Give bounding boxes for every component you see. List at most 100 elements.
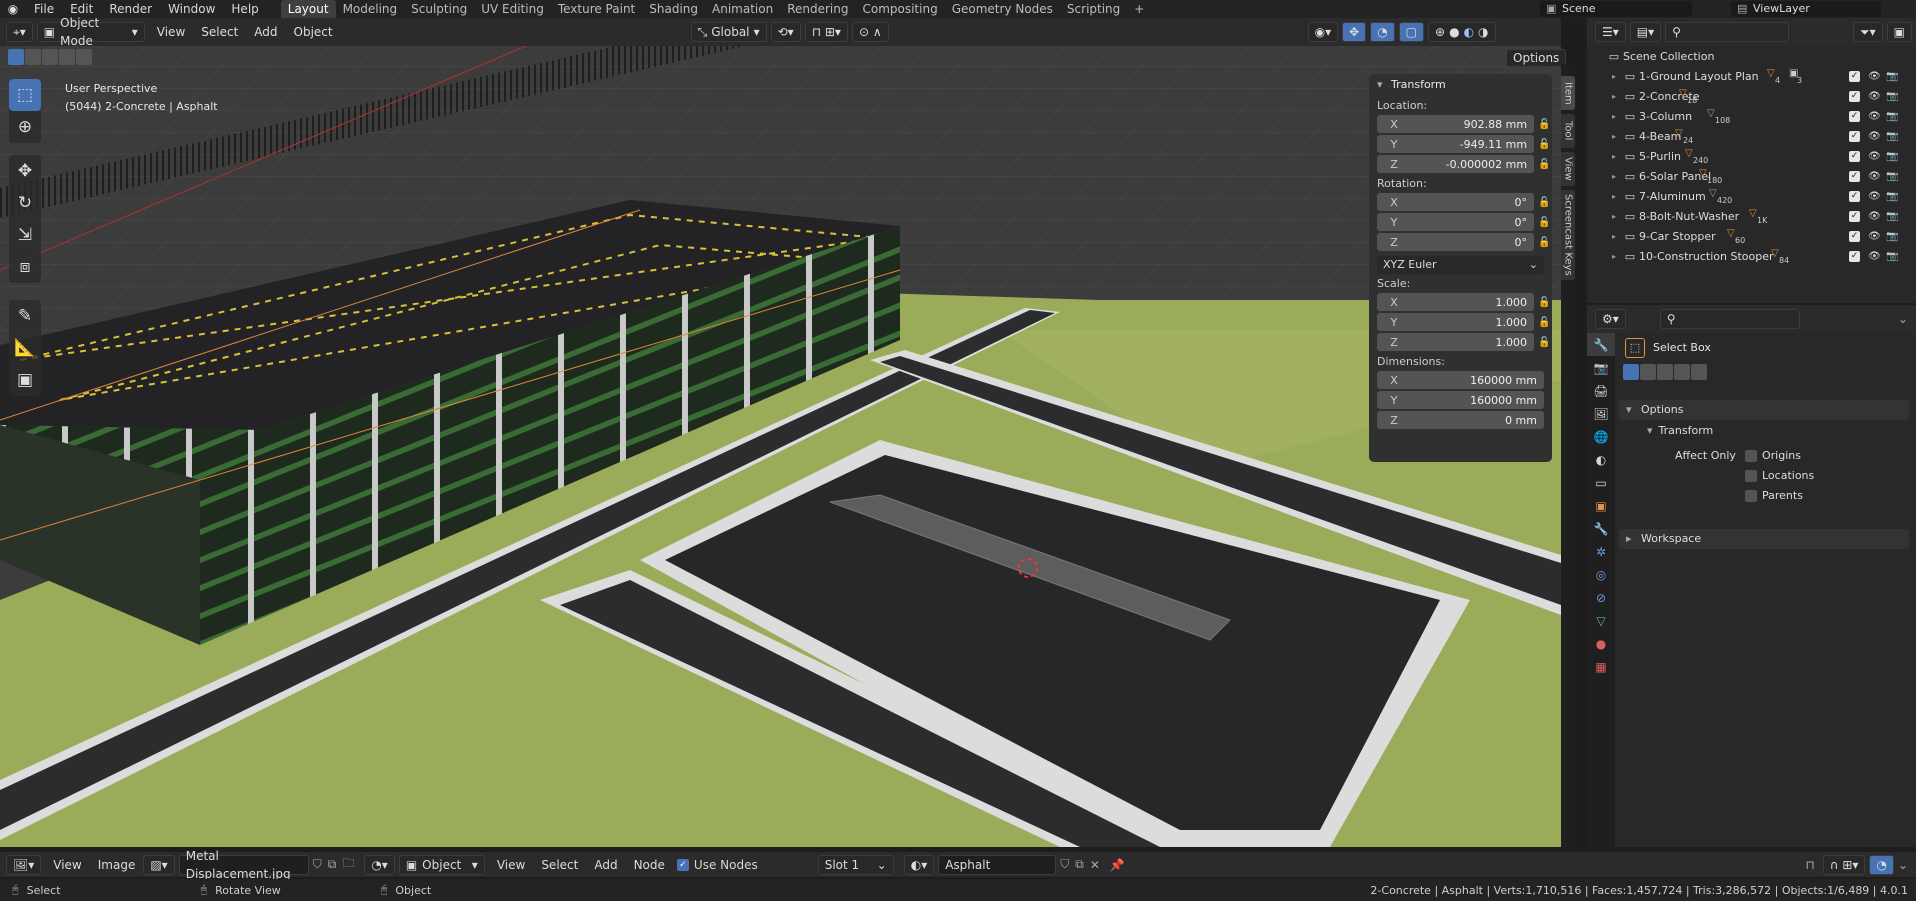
output-tab-icon[interactable]: 🖨 bbox=[1587, 379, 1615, 402]
node-menu-node[interactable]: Node bbox=[626, 855, 673, 875]
eye-icon[interactable]: 👁 bbox=[1868, 231, 1881, 242]
tab-uv-editing[interactable]: UV Editing bbox=[474, 0, 551, 18]
lock-icon[interactable]: 🔓 bbox=[1537, 237, 1552, 248]
camera-icon[interactable]: 📷 bbox=[1886, 111, 1898, 122]
collection-row[interactable]: ▸ ▭ 10-Construction Stooper ▽ 84 ✓ 👁 📷 bbox=[1587, 246, 1916, 266]
xray-toggle[interactable]: ▢ bbox=[1398, 22, 1425, 42]
scene-tab-icon[interactable]: 🌐 bbox=[1587, 425, 1615, 448]
exclude-checkbox[interactable]: ✓ bbox=[1849, 230, 1860, 242]
tab-shading[interactable]: Shading bbox=[642, 0, 705, 18]
new-collection-button[interactable]: ▣ bbox=[1886, 22, 1912, 42]
tab-view[interactable]: View bbox=[1561, 152, 1575, 186]
chevron-down-icon[interactable]: ⌄ bbox=[1898, 312, 1908, 326]
eye-icon[interactable]: 👁 bbox=[1868, 191, 1881, 202]
collection-row[interactable]: ▸ ▭ 1-Ground Layout Plan ▽ 4 ▣ 3 ✓ 👁 📷 bbox=[1587, 66, 1916, 86]
transform-panel-header[interactable]: ▾ Transform bbox=[1369, 74, 1552, 96]
eye-icon[interactable]: 👁 bbox=[1868, 171, 1881, 182]
lock-icon[interactable]: 🔓 bbox=[1537, 119, 1552, 130]
exclude-checkbox[interactable]: ✓ bbox=[1849, 190, 1860, 202]
menu-help[interactable]: Help bbox=[223, 0, 266, 18]
tool-tab-icon[interactable]: 🔧 bbox=[1587, 333, 1615, 356]
expand-arrow-icon[interactable]: ▸ bbox=[1607, 232, 1621, 241]
rotate-tool-icon[interactable]: ↻ bbox=[9, 187, 41, 219]
camera-icon[interactable]: 📷 bbox=[1886, 151, 1898, 162]
expand-arrow-icon[interactable]: ▸ bbox=[1607, 152, 1621, 161]
mode-dropdown[interactable]: ▣ Object Mode ▾ bbox=[36, 16, 145, 48]
tab-layout[interactable]: Layout bbox=[280, 0, 336, 18]
select-subtract-icon[interactable] bbox=[42, 49, 58, 65]
editor-type-button[interactable]: ⌖▾ bbox=[6, 22, 33, 42]
expand-arrow-icon[interactable]: ▸ bbox=[1607, 252, 1621, 261]
camera-icon[interactable]: 📷 bbox=[1886, 91, 1898, 102]
overlays-toggle[interactable]: ◔ bbox=[1370, 22, 1395, 42]
expand-arrow-icon[interactable]: ▸ bbox=[1607, 112, 1621, 121]
expand-arrow-icon[interactable]: ▸ bbox=[1607, 172, 1621, 181]
mode-intersect-icon[interactable] bbox=[1691, 364, 1707, 380]
workspace-panel-header[interactable]: ▸ Workspace bbox=[1619, 529, 1909, 549]
expand-arrow-icon[interactable]: ▸ bbox=[1607, 132, 1621, 141]
mode-new-icon[interactable] bbox=[1623, 364, 1639, 380]
particles-tab-icon[interactable]: ✲ bbox=[1587, 540, 1615, 563]
image-browse-button[interactable]: ▨▾ bbox=[143, 854, 175, 875]
collection-row[interactable]: ▸ ▭ 5-Purlin ▽ 240 ✓ 👁 📷 bbox=[1587, 146, 1916, 166]
expand-arrow-icon[interactable]: ▸ bbox=[1607, 212, 1621, 221]
tab-rendering[interactable]: Rendering bbox=[780, 0, 855, 18]
rotation-z-field[interactable]: Z 0° bbox=[1377, 233, 1535, 251]
collection-row[interactable]: ▸ ▭ 9-Car Stopper ▽ 60 ✓ 👁 📷 bbox=[1587, 226, 1916, 246]
transform-tool-icon[interactable]: ⧈ bbox=[9, 251, 41, 283]
view-layer-selector[interactable]: ▤ ViewLayer bbox=[1731, 1, 1881, 17]
mode-extend-icon[interactable] bbox=[1640, 364, 1656, 380]
snap-node-icon[interactable]: ⊓ bbox=[1805, 858, 1814, 872]
image-editor-type[interactable]: 🖼▾ bbox=[6, 854, 42, 875]
proportional-edit-toggle[interactable]: ⊙ ∧ bbox=[851, 22, 889, 42]
lock-icon[interactable]: 🔓 bbox=[1537, 217, 1552, 228]
gizmo-toggle[interactable]: ✥ bbox=[1342, 22, 1367, 42]
tab-tool[interactable]: Tool bbox=[1561, 114, 1575, 148]
locations-checkbox[interactable] bbox=[1745, 470, 1757, 482]
properties-editor-type[interactable]: ⚙▾ bbox=[1595, 309, 1626, 329]
camera-icon[interactable]: 📷 bbox=[1886, 191, 1898, 202]
tab-compositing[interactable]: Compositing bbox=[855, 0, 944, 18]
scale-z-field[interactable]: Z 1.000 bbox=[1377, 333, 1535, 351]
add-cube-tool-icon[interactable]: ▣ bbox=[9, 364, 41, 396]
lock-icon[interactable]: 🔓 bbox=[1537, 297, 1552, 308]
pivot-dropdown[interactable]: ⟲▾ bbox=[770, 22, 801, 42]
expand-arrow-icon[interactable]: ▸ bbox=[1607, 72, 1621, 81]
blender-logo-icon[interactable]: ◉ bbox=[0, 2, 26, 16]
tab-texture-paint[interactable]: Texture Paint bbox=[551, 0, 642, 18]
lock-icon[interactable]: 🔓 bbox=[1537, 337, 1552, 348]
node-snap-toggle[interactable]: ∩ ⊞▾ bbox=[1822, 854, 1866, 875]
camera-icon[interactable]: 📷 bbox=[1886, 171, 1898, 182]
options-panel-header[interactable]: ▾ Options bbox=[1619, 400, 1909, 420]
dimensions-x-field[interactable]: X 160000 mm bbox=[1377, 371, 1544, 389]
select-intersect-icon[interactable] bbox=[76, 49, 92, 65]
material-tab-icon[interactable]: ● bbox=[1587, 632, 1615, 655]
expand-arrow-icon[interactable]: ▸ bbox=[1607, 192, 1621, 201]
outliner-search[interactable]: ⚲ bbox=[1665, 22, 1790, 42]
lock-icon[interactable]: 🔓 bbox=[1537, 139, 1552, 150]
dimensions-y-field[interactable]: Y 160000 mm bbox=[1377, 391, 1544, 409]
lock-icon[interactable]: 🔓 bbox=[1537, 197, 1552, 208]
lock-icon[interactable]: 🔓 bbox=[1537, 317, 1552, 328]
eye-icon[interactable]: 👁 bbox=[1868, 131, 1881, 142]
rotation-y-field[interactable]: Y 0° bbox=[1377, 213, 1535, 231]
unlink-material-icon[interactable]: ✕ bbox=[1090, 858, 1100, 872]
camera-icon[interactable]: 📷 bbox=[1886, 251, 1898, 262]
eye-icon[interactable]: 👁 bbox=[1868, 151, 1881, 162]
tab-scripting[interactable]: Scripting bbox=[1060, 0, 1127, 18]
3d-viewport[interactable] bbox=[0, 18, 1561, 847]
viewport-menu-select[interactable]: Select bbox=[193, 22, 246, 42]
use-nodes-checkbox[interactable]: ✓ bbox=[676, 858, 689, 871]
rotation-x-field[interactable]: X 0° bbox=[1377, 193, 1535, 211]
wireframe-icon[interactable]: ⊕ bbox=[1435, 23, 1445, 41]
shader-type-dropdown[interactable]: ◔▾ bbox=[364, 854, 395, 875]
slot-dropdown[interactable]: Slot 1 ⌄ bbox=[817, 854, 894, 875]
modifier-tab-icon[interactable]: 🔧 bbox=[1587, 517, 1615, 540]
material-name-field[interactable]: Asphalt bbox=[938, 854, 1057, 875]
location-y-field[interactable]: Y -949.11 mm bbox=[1377, 135, 1535, 153]
world-tab-icon[interactable]: ◐ bbox=[1587, 448, 1615, 471]
scale-y-field[interactable]: Y 1.000 bbox=[1377, 313, 1535, 331]
tab-sculpting[interactable]: Sculpting bbox=[404, 0, 474, 18]
orientation-dropdown[interactable]: ⤡ Global ▾ bbox=[690, 22, 767, 42]
move-tool-icon[interactable]: ✥ bbox=[9, 155, 41, 187]
